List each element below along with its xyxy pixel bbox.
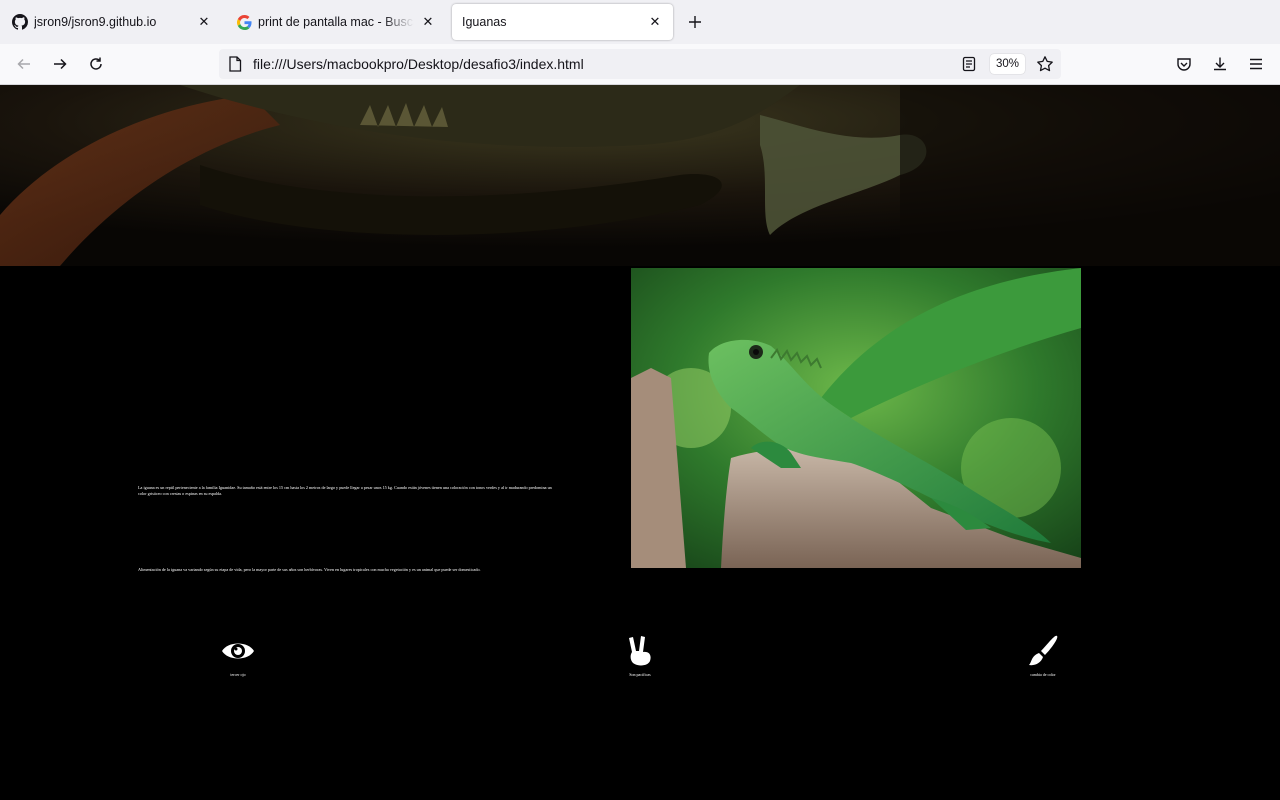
tab-label: print de pantalla mac - Buscar c bbox=[258, 15, 414, 29]
download-icon bbox=[1214, 57, 1226, 71]
pocket-icon bbox=[1177, 58, 1191, 71]
forward-arrow-icon bbox=[54, 58, 67, 70]
navigation-toolbar: file:///Users/macbookpro/Desktop/desafio… bbox=[0, 44, 1280, 85]
reload-icon bbox=[90, 57, 102, 70]
downloads-button[interactable] bbox=[1206, 50, 1234, 78]
tab-iguanas[interactable]: Iguanas ✕ bbox=[452, 4, 673, 40]
bookmark-star-icon[interactable] bbox=[1036, 55, 1054, 73]
close-tab-icon[interactable]: ✕ bbox=[647, 14, 663, 30]
url-bar[interactable]: file:///Users/macbookpro/Desktop/desafio… bbox=[219, 49, 1061, 79]
zoom-level-button[interactable]: 30% bbox=[989, 54, 1025, 74]
page-content: La iguana es un reptil perteneciente a l… bbox=[0, 85, 1280, 800]
tab-google-search[interactable]: print de pantalla mac - Buscar c ✕ bbox=[226, 4, 446, 40]
tab-label: jsron9/jsron9.github.io bbox=[34, 15, 157, 29]
reader-view-icon[interactable] bbox=[961, 56, 977, 72]
pocket-button[interactable] bbox=[1170, 50, 1198, 78]
reload-button[interactable] bbox=[82, 50, 110, 78]
peace-hand-icon bbox=[629, 636, 651, 666]
paint-brush-icon bbox=[1029, 635, 1058, 666]
tab-github[interactable]: jsron9/jsron9.github.io ✕ bbox=[2, 4, 222, 40]
hero-banner-image bbox=[0, 85, 1280, 266]
new-tab-button[interactable] bbox=[683, 10, 707, 34]
close-tab-icon[interactable]: ✕ bbox=[420, 14, 436, 30]
feature-label: tercer ojo bbox=[230, 672, 246, 677]
eye-icon bbox=[222, 643, 254, 659]
feature-third-eye: tercer ojo bbox=[208, 635, 268, 677]
iguana-description-paragraph: La iguana es un reptil perteneciente a l… bbox=[138, 485, 552, 497]
google-icon bbox=[236, 14, 252, 30]
tab-strip: jsron9/jsron9.github.io ✕ print de panta… bbox=[0, 0, 1280, 44]
tab-label: Iguanas bbox=[462, 15, 507, 29]
url-text[interactable]: file:///Users/macbookpro/Desktop/desafio… bbox=[253, 56, 1061, 72]
back-arrow-icon bbox=[17, 58, 30, 70]
hamburger-menu-icon bbox=[1250, 58, 1262, 70]
feature-label: Son pacificas bbox=[629, 672, 651, 677]
feature-peaceful: Son pacificas bbox=[610, 635, 670, 677]
feature-label: cambia de color bbox=[1030, 672, 1056, 677]
close-tab-icon[interactable]: ✕ bbox=[196, 14, 212, 30]
back-button[interactable] bbox=[10, 50, 38, 78]
iguana-photo bbox=[631, 268, 1081, 568]
forward-button[interactable] bbox=[46, 50, 74, 78]
menu-button[interactable] bbox=[1242, 50, 1270, 78]
feature-changes-color: cambia de color bbox=[1013, 635, 1073, 677]
github-icon bbox=[12, 14, 28, 30]
page-document-icon bbox=[227, 56, 243, 72]
iguana-diet-paragraph: Alimentación de la iguana va variando se… bbox=[138, 567, 481, 573]
